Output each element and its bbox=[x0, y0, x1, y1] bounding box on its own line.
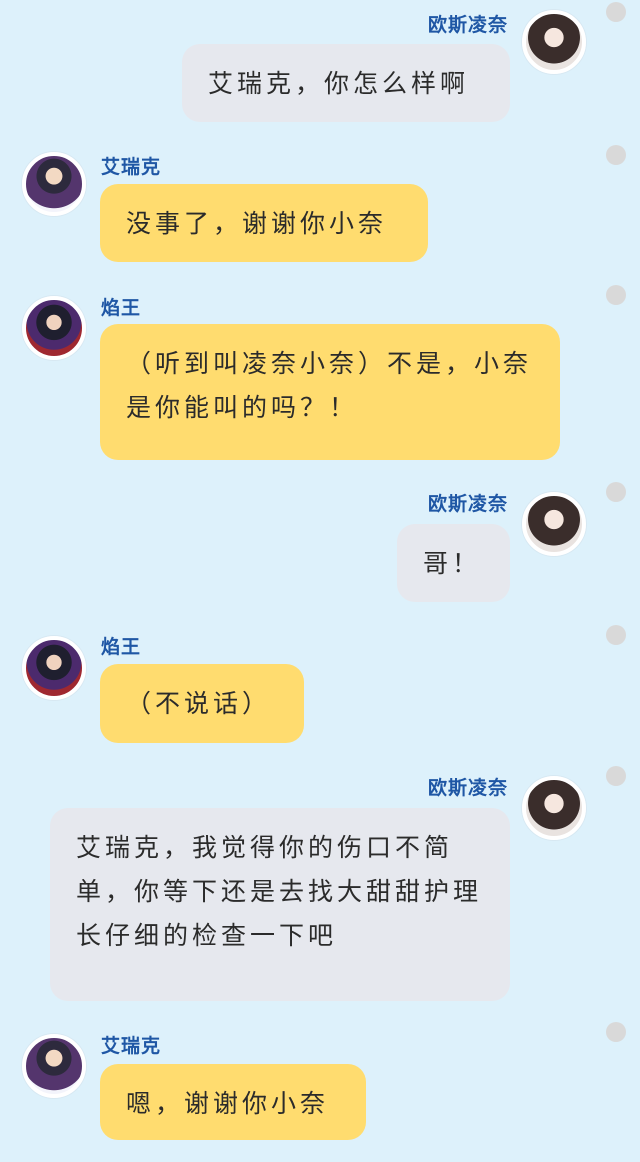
message-bubble[interactable]: （听到叫凌奈小奈）不是，小奈是你能叫的吗？！ bbox=[100, 324, 560, 460]
status-dot-icon bbox=[606, 145, 626, 165]
message-bubble[interactable]: 哥！ bbox=[397, 524, 510, 602]
sender-name: 艾瑞克 bbox=[101, 1035, 162, 1057]
message-bubble[interactable]: （不说话） bbox=[100, 664, 304, 743]
sender-name: 欧斯凌奈 bbox=[427, 493, 508, 515]
status-dot-icon bbox=[606, 1022, 626, 1042]
avatar[interactable] bbox=[22, 636, 86, 700]
status-dot-icon bbox=[606, 285, 626, 305]
avatar[interactable] bbox=[22, 1034, 86, 1098]
sender-name: 欧斯凌奈 bbox=[427, 14, 508, 36]
avatar[interactable] bbox=[22, 152, 86, 216]
avatar[interactable] bbox=[22, 296, 86, 360]
avatar[interactable] bbox=[522, 776, 586, 840]
status-dot-icon bbox=[606, 482, 626, 502]
sender-name: 艾瑞克 bbox=[101, 156, 162, 178]
chat-screen: { "messages": [ {"sender": "欧斯凌奈", "text… bbox=[0, 0, 640, 1162]
sender-name: 焰王 bbox=[101, 636, 142, 658]
avatar[interactable] bbox=[522, 10, 586, 74]
status-dot-icon bbox=[606, 625, 626, 645]
message-bubble[interactable]: 嗯，谢谢你小奈 bbox=[100, 1064, 366, 1140]
avatar[interactable] bbox=[522, 492, 586, 556]
message-bubble[interactable]: 艾瑞克，我觉得你的伤口不简单，你等下还是去找大甜甜护理长仔细的检查一下吧 bbox=[50, 808, 510, 1001]
sender-name: 焰王 bbox=[101, 297, 142, 319]
status-dot-icon bbox=[606, 2, 626, 22]
status-dot-icon bbox=[606, 766, 626, 786]
message-bubble[interactable]: 没事了，谢谢你小奈 bbox=[100, 184, 428, 262]
sender-name: 欧斯凌奈 bbox=[427, 777, 508, 799]
message-bubble[interactable]: 艾瑞克，你怎么样啊 bbox=[182, 44, 510, 122]
